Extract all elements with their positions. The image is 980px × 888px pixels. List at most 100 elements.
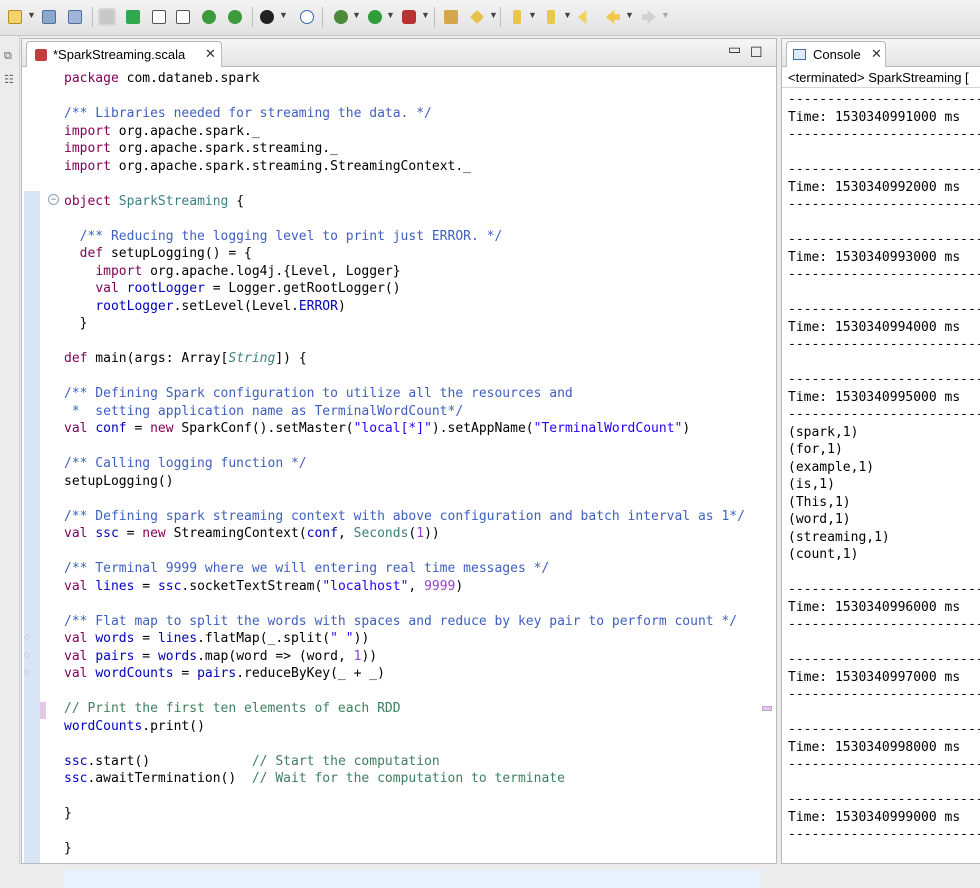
marker-icon: ◌	[24, 650, 30, 661]
prev-edit-icon[interactable]	[576, 8, 594, 26]
chevron-down-icon[interactable]: ▼	[421, 10, 430, 20]
code-line: val wordCounts = pairs.reduceByKey(_ + _…	[64, 666, 385, 681]
code-line: ssc.awaitTermination() // Wait for the c…	[64, 771, 565, 786]
info-icon[interactable]	[150, 8, 168, 26]
console-line: -----------------------------------	[788, 582, 980, 597]
console-line: -----------------------------------	[788, 127, 980, 142]
search-icon[interactable]	[468, 8, 486, 26]
outline-icon[interactable]	[124, 8, 142, 26]
change-marker	[40, 702, 46, 719]
console-line: (for,1)	[788, 442, 843, 457]
console-line: -----------------------------------	[788, 302, 980, 317]
console-line: -----------------------------------	[788, 337, 980, 352]
console-line: Time: 1530340999000 ms	[788, 809, 961, 825]
code-line: // Print the first ten elements of each …	[64, 701, 401, 716]
code-line: val rootLogger = Logger.getRootLogger()	[95, 281, 401, 296]
code-line: /** Defining spark streaming context wit…	[64, 508, 745, 524]
code-line: * setting application name as TerminalWo…	[64, 403, 464, 419]
close-icon[interactable]: ✕	[871, 46, 882, 62]
forward-icon[interactable]	[640, 8, 658, 26]
scala-file-icon	[35, 49, 47, 61]
new-icon[interactable]	[6, 8, 24, 26]
console-line: -----------------------------------	[788, 197, 980, 212]
chevron-down-icon[interactable]: ▼	[27, 10, 36, 20]
console-line: (count,1)	[788, 547, 859, 562]
code-line: val words = lines.flatMap(_.split(" "))	[64, 631, 370, 646]
prev-annotation-icon[interactable]	[542, 8, 560, 26]
console-line: Time: 1530340991000 ms	[788, 109, 961, 125]
tab-console[interactable]: Console ✕	[786, 41, 886, 67]
fold-icon[interactable]: −	[48, 194, 59, 205]
console-tab-title: Console	[813, 47, 861, 62]
marker-icon: ◌	[24, 667, 30, 678]
left-trim-bar: ⧉ ☷	[0, 36, 20, 864]
console-line: Time: 1530340993000 ms	[788, 249, 961, 265]
chevron-down-icon[interactable]: ▼	[563, 10, 572, 20]
code-line: import org.apache.spark.streaming.Stream…	[64, 158, 471, 174]
console-line: (streaming,1)	[788, 529, 890, 545]
code-line: }	[64, 316, 88, 331]
code-line: wordCounts.print()	[64, 718, 205, 734]
skip-breakpoints-icon[interactable]	[298, 8, 316, 26]
console-view: Console ✕ <terminated> SparkStreaming [ …	[781, 38, 980, 864]
code-line: import org.apache.log4j.{Level, Logger}	[95, 263, 401, 279]
console-line: (word,1)	[788, 512, 851, 527]
skip-icon[interactable]	[98, 8, 116, 26]
toolbar-separator	[500, 7, 501, 27]
change-ruler	[24, 191, 40, 863]
code-line: /** Terminal 9999 where we will entering…	[64, 561, 550, 576]
open-type-icon[interactable]	[442, 8, 460, 26]
code-line: val lines = ssc.socketTextStream("localh…	[64, 578, 464, 594]
toolbar-separator	[322, 7, 323, 27]
code-line: object SparkStreaming {	[64, 193, 245, 209]
overview-ruler-mark[interactable]	[762, 706, 772, 711]
console-line: (example,1)	[788, 459, 875, 475]
console-line: -----------------------------------	[788, 792, 980, 807]
console-line: -----------------------------------	[788, 232, 980, 247]
chevron-down-icon[interactable]: ▼	[528, 10, 537, 20]
bug-icon[interactable]	[332, 8, 350, 26]
code-line: val ssc = new StreamingContext(conf, Sec…	[64, 526, 440, 541]
chevron-down-icon[interactable]: ▼	[489, 10, 498, 20]
code-line: import org.apache.spark._	[64, 123, 260, 139]
console-line: (spark,1)	[788, 424, 859, 440]
marker-icon: ◌	[24, 632, 30, 643]
toolbar-separator	[252, 7, 253, 27]
console-line: Time: 1530340997000 ms	[788, 669, 961, 685]
debug-step-icon[interactable]	[258, 8, 276, 26]
console-line: -----------------------------------	[788, 722, 980, 737]
code-line: /** Defining Spark configuration to util…	[64, 386, 573, 401]
chevron-down-icon[interactable]: ▼	[352, 10, 361, 20]
list-icon[interactable]	[200, 8, 218, 26]
code-text-area[interactable]: package com.dataneb.spark /** Libraries n…	[64, 68, 774, 888]
console-line: Time: 1530340996000 ms	[788, 599, 961, 615]
console-line: -----------------------------------	[788, 757, 980, 772]
code-line: def main(args: Array[String]) {	[64, 351, 307, 366]
toolbar-separator	[434, 7, 435, 27]
current-line-highlight	[64, 870, 760, 888]
console-line: Time: 1530340992000 ms	[788, 179, 961, 195]
save-icon[interactable]	[40, 8, 58, 26]
tab-sparkstreaming-scala[interactable]: *SparkStreaming.scala ✕	[26, 41, 222, 67]
console-line: -----------------------------------	[788, 267, 980, 282]
perspective-icon[interactable]	[226, 8, 244, 26]
console-line: Time: 1530340995000 ms	[788, 389, 961, 405]
task-icon[interactable]	[174, 8, 192, 26]
chevron-down-icon[interactable]: ▼	[661, 10, 670, 20]
console-line: (This,1)	[788, 494, 851, 510]
back-icon[interactable]	[604, 8, 622, 26]
save-all-icon[interactable]	[66, 8, 84, 26]
console-output[interactable]: ----------------------------------- Time:…	[788, 91, 980, 861]
next-annotation-icon[interactable]	[508, 8, 526, 26]
run-icon[interactable]	[366, 8, 384, 26]
package-explorer-icon[interactable]: ☷	[4, 74, 16, 86]
restore-icon[interactable]: ⧉	[4, 50, 16, 62]
maximize-icon[interactable]: ☐	[750, 44, 763, 61]
run-external-icon[interactable]	[400, 8, 418, 26]
minimize-icon[interactable]: ▭	[728, 41, 741, 58]
chevron-down-icon[interactable]: ▼	[279, 10, 288, 20]
chevron-down-icon[interactable]: ▼	[386, 10, 395, 20]
close-icon[interactable]: ✕	[205, 46, 216, 62]
code-line: ssc.start() // Start the computation	[64, 753, 440, 769]
chevron-down-icon[interactable]: ▼	[625, 10, 634, 20]
